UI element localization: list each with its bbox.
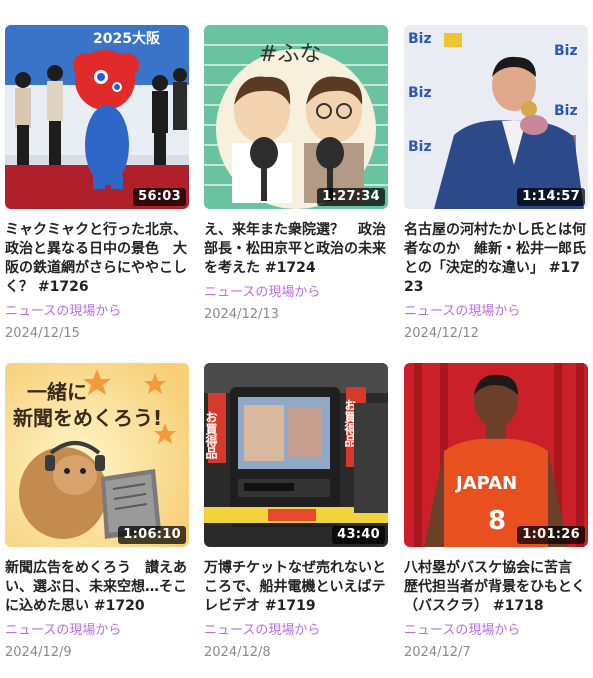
program-link[interactable]: ニュースの現場から [404, 303, 589, 321]
thumbnail-image: お買得品 お買得品 [204, 363, 388, 547]
thumbnail-text-top: 一緒に [27, 380, 87, 404]
thumbnail-image: #ふな [204, 25, 388, 209]
episode-date: 2024/12/13 [204, 307, 279, 322]
episode-date: 2024/12/7 [404, 645, 471, 660]
thumbnail-image: 一緒に 新聞をめくろう! [5, 363, 189, 547]
thumbnail-logo-text: Biz [554, 103, 578, 119]
episode-title[interactable]: 万博チケットなぜ売れないところで、船井電機といえばテレビデオ #1719 [204, 559, 389, 616]
episode-title[interactable]: 名古屋の河村たかし氏とは何者なのか 維新・松井一郎氏との「決定的な違い」 #17… [404, 221, 589, 297]
thumbnail-image: JAPAN 8 [404, 363, 588, 547]
episode-thumbnail[interactable]: 一緒に 新聞をめくろう! 1:06:10 [5, 363, 189, 547]
thumbnail-text-main: 新聞をめくろう! [13, 406, 162, 430]
duration-badge: 56:03 [133, 188, 186, 206]
duration-badge: 1:01:26 [517, 526, 585, 544]
episode-thumbnail[interactable]: 2025大阪 56:03 [5, 25, 189, 209]
episode-title[interactable]: ミャクミャクと行った北京、政治と異なる日中の景色 大阪の鉄道網がさらにややこしく… [5, 221, 190, 297]
program-link[interactable]: ニュースの現場から [204, 622, 389, 640]
program-link[interactable]: ニュースの現場から [5, 303, 190, 321]
thumbnail-image: Biz Biz Biz Biz Biz [404, 25, 588, 209]
jersey-text: JAPAN [454, 473, 517, 494]
episode-card[interactable]: お買得品 お買得品 43:40 万博チケットなぜ売れないところで、船井電機といえ… [204, 363, 389, 662]
episode-thumbnail[interactable]: お買得品 お買得品 43:40 [204, 363, 388, 547]
episode-card[interactable]: #ふな 1:27:34 え、来年また衆院選？ 政治部長・松田京平と政治の未来を考… [204, 25, 389, 324]
duration-badge: 1:06:10 [118, 526, 186, 544]
episode-card[interactable]: 一緒に 新聞をめくろう! 1:06:10 新聞広告をめくろう 讃えあい、選ぶ日、… [5, 363, 190, 662]
jersey-number: 8 [488, 506, 506, 536]
episode-title[interactable]: 八村塁がバスケ協会に苦言 歴代担当者が背景をひもとく（バスクラ） #1718 [404, 559, 589, 616]
episode-title[interactable]: え、来年また衆院選？ 政治部長・松田京平と政治の未来を考えた #1724 [204, 221, 389, 278]
episode-thumbnail[interactable]: JAPAN 8 1:01:26 [404, 363, 588, 547]
thumbnail-price-tag: お買得品 [204, 411, 218, 460]
episode-thumbnail[interactable]: Biz Biz Biz Biz Biz 1:14:57 [404, 25, 588, 209]
thumbnail-logo-text: Biz [408, 31, 432, 47]
thumbnail-logo-text: Biz [554, 43, 578, 59]
episode-date: 2024/12/12 [404, 326, 479, 341]
episode-date: 2024/12/8 [204, 645, 271, 660]
episode-grid: 2025大阪 56:03 ミャクミャクと行った北京、政治と異なる日中の景色 大阪… [0, 0, 593, 678]
program-link[interactable]: ニュースの現場から [404, 622, 589, 640]
thumbnail-logo-text: Biz [408, 139, 432, 155]
thumbnail-image: 2025大阪 [5, 25, 189, 209]
episode-card[interactable]: 2025大阪 56:03 ミャクミャクと行った北京、政治と異なる日中の景色 大阪… [5, 25, 190, 343]
thumbnail-banner-text: 2025大阪 [93, 30, 161, 47]
duration-badge: 43:40 [332, 526, 385, 544]
thumbnail-hashtag-text: #ふな [259, 42, 321, 67]
episode-title[interactable]: 新聞広告をめくろう 讃えあい、選ぶ日、未来空想…そこに込めた思い #1720 [5, 559, 190, 616]
episode-date: 2024/12/9 [5, 645, 72, 660]
episode-card[interactable]: JAPAN 8 1:01:26 八村塁がバスケ協会に苦言 歴代担当者が背景をひも… [404, 363, 589, 662]
episode-card[interactable]: Biz Biz Biz Biz Biz 1:14:57 名古屋の河村たかし氏とは… [404, 25, 589, 343]
episode-date: 2024/12/15 [5, 326, 80, 341]
duration-badge: 1:14:57 [517, 188, 585, 206]
program-link[interactable]: ニュースの現場から [204, 284, 389, 302]
duration-badge: 1:27:34 [317, 188, 385, 206]
program-link[interactable]: ニュースの現場から [5, 622, 190, 640]
thumbnail-logo-text: Biz [408, 85, 432, 101]
episode-thumbnail[interactable]: #ふな 1:27:34 [204, 25, 388, 209]
